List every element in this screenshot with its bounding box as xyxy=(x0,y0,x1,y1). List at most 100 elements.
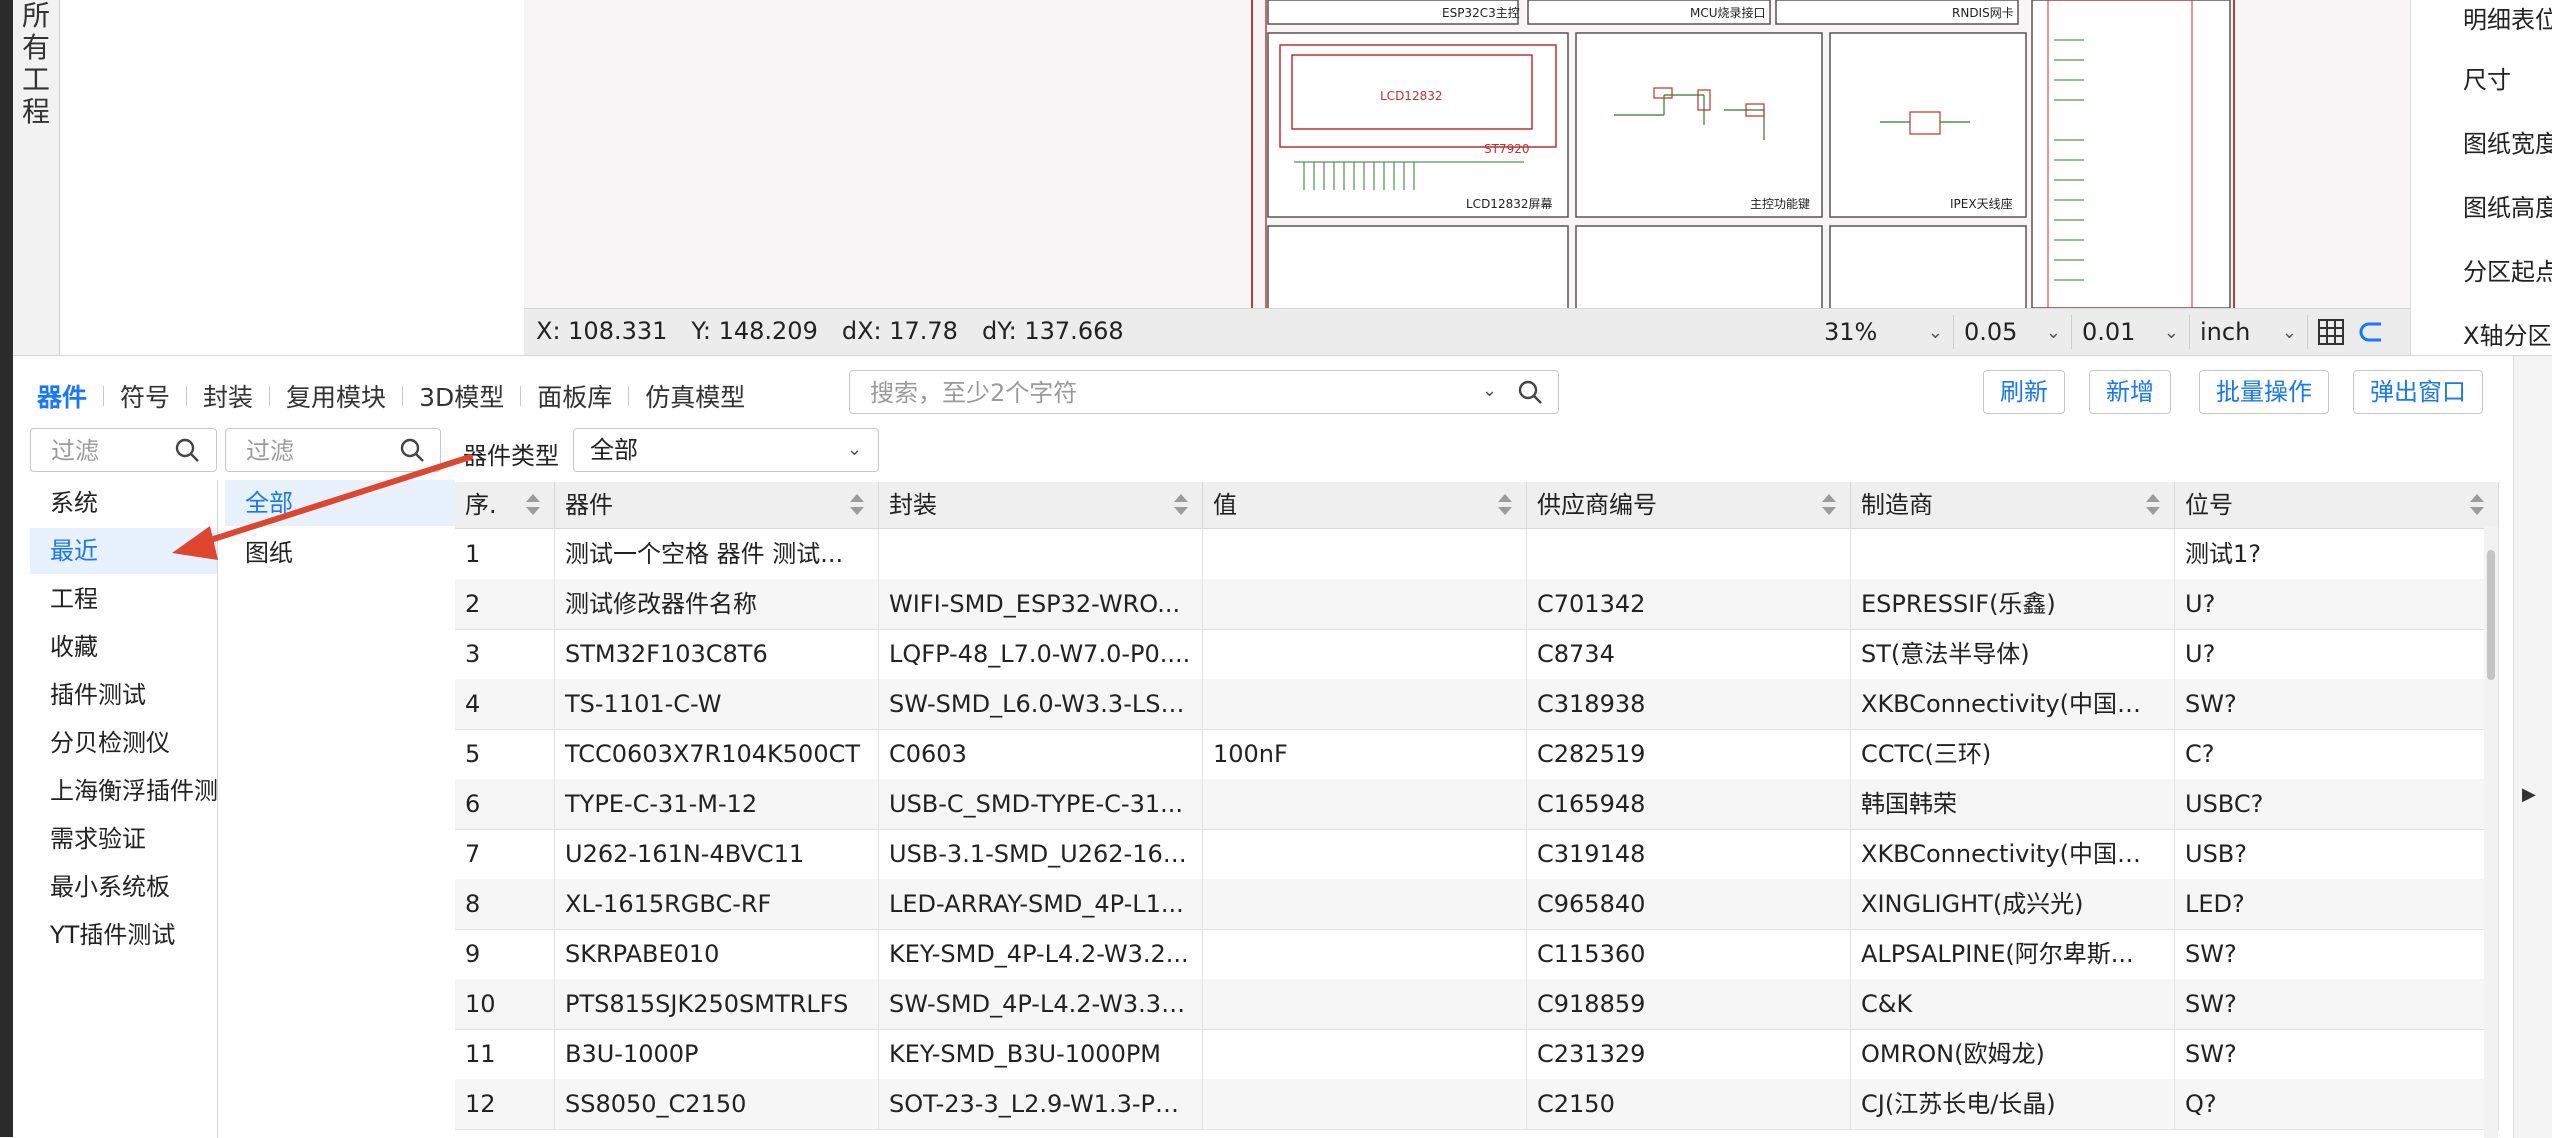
subcategory-filter-input[interactable] xyxy=(244,435,358,467)
chevron-down-icon: ⌄ xyxy=(2163,321,2179,343)
table-header: 序. 器件 封装 值 供应商编号 制造商 位号 xyxy=(455,482,2499,529)
category-item[interactable]: 分贝检测仪 xyxy=(30,720,217,766)
subcategory-item-all[interactable]: 全部 xyxy=(225,480,455,526)
properties-panel: 明细表位 尺寸 图纸宽度 图纸高度 分区起点 X轴分区 xyxy=(2410,0,2552,355)
unit-select[interactable]: inch ⌄ xyxy=(2190,315,2308,349)
table-row[interactable]: 9 SKRPABE010 KEY-SMD_4P-L4.2-W3.2... C11536… xyxy=(455,929,2499,980)
column-header[interactable]: 值 xyxy=(1203,482,1527,528)
refresh-button[interactable]: 刷新 xyxy=(1983,370,2065,414)
cursor-dy: dY: 137.668 xyxy=(981,317,1124,345)
table-row[interactable]: 5 TCC0603X7R104K500CT C0603 100nF C282519 CCT… xyxy=(455,729,2499,780)
table-cell: C115360 xyxy=(1527,929,1851,979)
category-filter[interactable] xyxy=(30,428,217,472)
add-button[interactable]: 新增 xyxy=(2089,370,2171,414)
category-item[interactable]: 插件测试 xyxy=(30,672,217,718)
cursor-x: X: 108.331 xyxy=(536,317,668,345)
device-type-label: 器件类型 xyxy=(463,442,559,470)
column-header[interactable]: 序. xyxy=(455,482,555,528)
search-icon[interactable] xyxy=(398,436,426,468)
table-scrollbar[interactable] xyxy=(2484,526,2498,1138)
table-row[interactable]: 1 测试一个空格 器件 测试... 测试1? xyxy=(455,529,2499,580)
search-icon[interactable] xyxy=(173,436,201,468)
tab-symbols[interactable]: 符号 xyxy=(104,378,186,414)
snap-size-select[interactable]: 0.01 ⌄ xyxy=(2072,315,2190,349)
table-cell xyxy=(1203,979,1527,1029)
all-projects-tab[interactable]: 所有工程 xyxy=(13,0,60,355)
sort-icon[interactable] xyxy=(1174,494,1188,516)
all-projects-tab-label: 所有工程 xyxy=(21,0,50,128)
column-header[interactable]: 供应商编号 xyxy=(1527,482,1851,528)
table-row[interactable]: 2 测试修改器件名称 WIFI-SMD_ESP32-WRO... C701342 ESP… xyxy=(455,579,2499,630)
sort-icon[interactable] xyxy=(1498,494,1512,516)
category-item[interactable]: 上海衡浮插件测 xyxy=(30,768,218,814)
search-icon[interactable] xyxy=(1516,378,1544,410)
table-cell: SW? xyxy=(2175,679,2499,729)
category-item[interactable]: 最小系统板 xyxy=(30,864,217,910)
tab-footprints[interactable]: 封装 xyxy=(187,378,269,414)
schematic-label: ESP32C3主控 xyxy=(1442,6,1520,20)
table-cell: LQFP-48_L7.0-W7.0-P0.... xyxy=(879,629,1203,679)
table-cell: U262-161N-4BVC11 xyxy=(555,829,879,879)
table-cell: TS-1101-C-W xyxy=(555,679,879,729)
grid-icon[interactable] xyxy=(2314,315,2348,349)
tab-devices[interactable]: 器件 xyxy=(37,378,103,414)
chevron-right-icon[interactable]: ▶ xyxy=(2522,784,2536,805)
tab-panel-library[interactable]: 面板库 xyxy=(521,378,628,414)
zoom-select[interactable]: 31% ⌄ xyxy=(1814,315,1954,349)
column-header[interactable]: 封装 xyxy=(879,482,1203,528)
category-item[interactable]: 系统 xyxy=(30,480,217,526)
table-row[interactable]: 8 XL-1615RGBC-RF LED-ARRAY-SMD_4P-L1... C96… xyxy=(455,879,2499,930)
category-item[interactable]: YT插件测试 xyxy=(30,912,217,958)
column-header[interactable]: 位号 xyxy=(2175,482,2499,528)
magnet-snap-icon[interactable] xyxy=(2354,315,2388,349)
tab-reuse-modules[interactable]: 复用模块 xyxy=(270,378,402,414)
sort-icon[interactable] xyxy=(526,494,540,516)
table-row[interactable]: 11 B3U-1000P KEY-SMD_B3U-1000PM C231329 OMRO… xyxy=(455,1029,2499,1080)
table-cell xyxy=(1203,879,1527,929)
category-item[interactable]: 收藏 xyxy=(30,624,217,670)
table-cell: KEY-SMD_B3U-1000PM xyxy=(879,1029,1203,1079)
device-table: 序. 器件 封装 值 供应商编号 制造商 位号 1 测试一个空格 器件 测试...… xyxy=(455,482,2499,1138)
table-cell: C2150 xyxy=(1527,1079,1851,1129)
table-cell: PTS815SJK250SMTRLFS xyxy=(555,979,879,1029)
category-item[interactable]: 需求验证 xyxy=(30,816,217,862)
popup-window-button[interactable]: 弹出窗口 xyxy=(2353,370,2483,414)
schematic-canvas[interactable]: ESP32C3主控 MCU烧录接口 RNDIS网卡 LCD12832 ST792… xyxy=(524,0,2410,308)
sort-icon[interactable] xyxy=(2470,494,2484,516)
device-type-select[interactable]: 全部 ⌄ xyxy=(573,428,879,472)
prop-zone-origin: 分区起点 xyxy=(2463,258,2552,286)
batch-operation-button[interactable]: 批量操作 xyxy=(2199,370,2329,414)
tab-sim-models[interactable]: 仿真模型 xyxy=(629,378,761,414)
table-cell: 测试修改器件名称 xyxy=(555,579,879,629)
table-row[interactable]: 3 STM32F103C8T6 LQFP-48_L7.0-W7.0-P0.... C8… xyxy=(455,629,2499,680)
column-header[interactable]: 器件 xyxy=(555,482,879,528)
sort-icon[interactable] xyxy=(850,494,864,516)
library-search[interactable]: ⌄ xyxy=(849,370,1559,414)
grid-size-select[interactable]: 0.05 ⌄ xyxy=(1954,315,2072,349)
table-row[interactable]: 7 U262-161N-4BVC11 USB-3.1-SMD_U262-161...… xyxy=(455,829,2499,880)
chevron-down-icon[interactable]: ⌄ xyxy=(1482,380,1497,401)
scrollbar-thumb[interactable] xyxy=(2487,550,2495,680)
category-filter-input[interactable] xyxy=(49,435,163,467)
sort-icon[interactable] xyxy=(1822,494,1836,516)
table-row[interactable]: 10 PTS815SJK250SMTRLFS SW-SMD_4P-L4.2-W3.3… xyxy=(455,979,2499,1030)
sort-icon[interactable] xyxy=(2146,494,2160,516)
subcategory-filter[interactable] xyxy=(225,428,441,472)
category-item-recent[interactable]: 最近 xyxy=(30,528,217,574)
table-cell: ESPRESSIF(乐鑫) xyxy=(1851,579,2175,629)
category-item[interactable]: 工程 xyxy=(30,576,217,622)
table-cell: C282519 xyxy=(1527,729,1851,779)
column-header[interactable]: 制造商 xyxy=(1851,482,2175,528)
table-cell: XINGLIGHT(成兴光) xyxy=(1851,879,2175,929)
table-row[interactable]: 6 TYPE-C-31-M-12 USB-C_SMD-TYPE-C-31... C16… xyxy=(455,779,2499,830)
subcategory-item[interactable]: 图纸 xyxy=(225,530,455,576)
tab-3d-models[interactable]: 3D模型 xyxy=(403,378,520,414)
table-row[interactable]: 4 TS-1101-C-W SW-SMD_L6.0-W3.3-LS8.0 C31893… xyxy=(455,679,2499,730)
library-search-input[interactable] xyxy=(868,377,1412,409)
table-cell: TYPE-C-31-M-12 xyxy=(555,779,879,829)
table-cell: 9 xyxy=(455,929,555,979)
chevron-down-icon: ⌄ xyxy=(846,439,862,460)
table-cell: 100nF xyxy=(1203,729,1527,779)
prop-sheet-height: 图纸高度 xyxy=(2463,194,2552,222)
table-row[interactable]: 12 SS8050_C2150 SOT-23-3_L2.9-W1.3-P1.... C… xyxy=(455,1079,2499,1130)
